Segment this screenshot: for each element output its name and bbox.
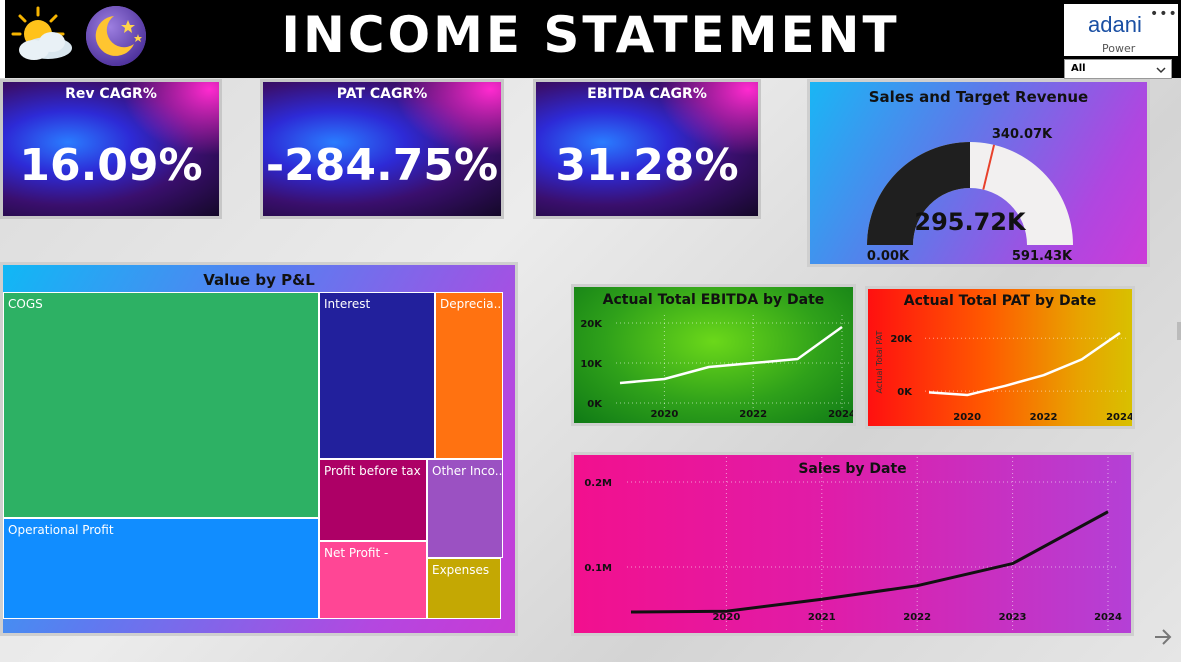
y-tick-label: 0K <box>587 399 603 410</box>
y-tick-label: 20K <box>890 334 913 345</box>
pat-line-chart: 20K 0K 2020 2022 2024 Actual Total PAT <box>875 330 1132 423</box>
series-line[interactable] <box>630 510 1109 614</box>
treemap-cell-depreciation[interactable]: Deprecia... <box>435 292 503 459</box>
treemap-cell-other-income[interactable]: Other Inco... <box>427 459 503 558</box>
y-axis-label: Actual Total PAT <box>875 330 884 393</box>
gauge-card[interactable]: Sales and Target Revenue 295.72K 0.00K 5… <box>807 79 1150 267</box>
x-tick-label: 2021 <box>808 612 836 623</box>
x-tick-label: 2022 <box>903 612 931 623</box>
kpi-label: PAT CAGR% <box>336 86 428 102</box>
y-tick-label: 10K <box>580 359 603 370</box>
pat-line-card[interactable]: Actual Total PAT by Date 20K 0K 2020 2022 20… <box>865 286 1135 429</box>
series-line[interactable] <box>928 331 1121 397</box>
treemap-cell-operational-profit[interactable]: Operational Profit <box>3 518 319 619</box>
treemap-card[interactable]: Value by P&L COGS Operational Profit Int… <box>0 262 518 636</box>
kpi-card-rev-cagr: Rev CAGR% 16.09% <box>0 79 222 219</box>
series-line[interactable] <box>619 325 843 385</box>
treemap-cell-net-profit[interactable]: Net Profit - <box>319 541 427 619</box>
x-tick-label: 2024 <box>1094 612 1122 623</box>
y-tick-label: 0.2M <box>584 478 612 489</box>
x-tick-label: 2024 <box>828 409 853 420</box>
x-tick-label: 2022 <box>739 409 767 420</box>
treemap-cell-expenses[interactable]: Expenses <box>427 558 501 619</box>
kpi-card-ebitda-cagr: EBITDA CAGR% 31.28% <box>533 79 761 219</box>
treemap-cell-interest[interactable]: Interest <box>319 292 435 459</box>
sales-line-chart: 0.2M 0.1M 2020 2021 2022 2023 2024 <box>584 457 1122 633</box>
scrollbar-thumb[interactable] <box>1177 322 1181 340</box>
y-tick-label: 0.1M <box>584 563 612 574</box>
filter-slicer[interactable]: All <box>1064 59 1172 79</box>
gauge-max-label: 591.43K <box>1012 249 1073 264</box>
gauge-min-label: 0.00K <box>867 249 910 264</box>
gauge-value-label: 295.72K <box>914 208 1027 236</box>
treemap-cell-profit-before-tax[interactable]: Profit before tax <box>319 459 427 541</box>
arrow-right-icon[interactable] <box>1152 626 1174 648</box>
gauge-chart: 295.72K 0.00K 591.43K 340.07K <box>867 127 1073 264</box>
kpi-label: EBITDA CAGR% <box>587 86 707 102</box>
x-tick-label: 2023 <box>999 612 1027 623</box>
x-tick-label: 2020 <box>712 612 740 623</box>
adani-logo: adani <box>1088 12 1142 37</box>
x-tick-label: 2020 <box>953 412 981 423</box>
logo-subtitle: Power <box>1102 42 1136 55</box>
kpi-value: 31.28% <box>555 140 739 191</box>
ebitda-line-card[interactable]: Actual Total EBITDA by Date 20K 10K 0K 2020… <box>571 284 856 426</box>
page-title: INCOME STATEMENT <box>281 6 900 64</box>
x-tick-label: 2020 <box>650 409 678 420</box>
slicer-value: All <box>1071 63 1086 74</box>
x-tick-label: 2024 <box>1106 412 1132 423</box>
treemap-title: Value by P&L <box>203 271 315 289</box>
y-tick-label: 0K <box>897 387 913 398</box>
treemap-cell-cogs[interactable]: COGS <box>3 292 319 518</box>
x-tick-label: 2022 <box>1030 412 1058 423</box>
sales-line-card[interactable]: Sales by Date 0.2M 0.1M 2020 2021 2022 2023 20… <box>571 452 1134 636</box>
y-tick-label: 20K <box>580 319 603 330</box>
kpi-value: 16.09% <box>19 140 203 191</box>
chevron-down-icon <box>1156 67 1166 74</box>
kpi-value: -284.75% <box>265 140 499 191</box>
kpi-label: Rev CAGR% <box>65 86 157 102</box>
kpi-card-pat-cagr: PAT CAGR% -284.75% <box>260 79 504 219</box>
ebitda-line-chart: 20K 10K 0K 2020 2022 2024 <box>580 315 853 420</box>
more-options-icon[interactable]: ••• <box>1150 6 1178 22</box>
gauge-target-label: 340.07K <box>992 127 1053 142</box>
